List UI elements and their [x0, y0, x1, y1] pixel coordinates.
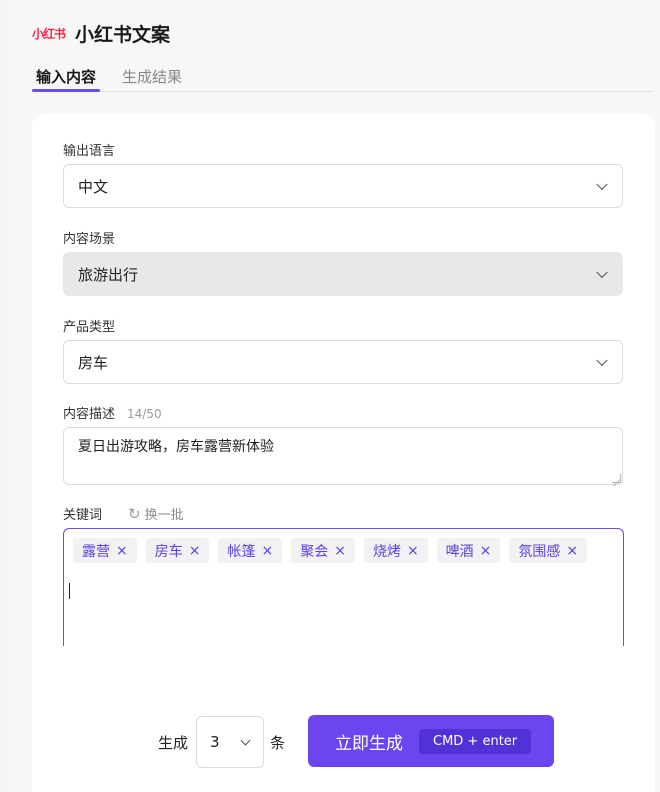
tag-label: 房车 [154, 543, 183, 560]
tag-label: 帐篷 [227, 543, 256, 560]
scene-label: 内容场景 [63, 232, 116, 247]
scene-value: 旅游出行 [78, 265, 139, 284]
generate-prefix-label: 生成 [158, 734, 189, 752]
keywords-header: 关键词 ↻ 换一批 [63, 504, 184, 524]
close-icon[interactable]: × [334, 543, 346, 559]
keyword-tags: 露营 × 房车 × 帐篷 × 聚会 × 烧烤 × 啤酒 × 氛围感 × [73, 538, 614, 563]
count-value: 3 [210, 733, 220, 751]
xiaohongshu-logo: 小红书 [32, 26, 66, 41]
description-label: 内容描述 [63, 407, 116, 422]
tag-label: 露营 [82, 543, 110, 560]
close-icon[interactable]: × [116, 543, 128, 559]
chevron-down-icon [240, 735, 251, 746]
chevron-down-icon [596, 266, 608, 279]
close-icon[interactable]: × [261, 543, 273, 559]
app-title: 小红书文案 [75, 23, 171, 46]
refresh-icon: ↻ [128, 504, 141, 523]
generate-button[interactable]: 立即生成 CMD + enter [308, 715, 554, 767]
generate-controls: 生成 3 条 立即生成 CMD + enter [32, 714, 655, 768]
keyword-tag: 聚会 × [291, 538, 355, 563]
scene-select[interactable]: 旅游出行 [63, 252, 623, 296]
chevron-down-icon [596, 354, 608, 367]
refresh-label: 换一批 [144, 508, 184, 523]
language-value: 中文 [78, 177, 109, 196]
tab-results[interactable]: 生成结果 [118, 62, 186, 91]
tag-label: 聚会 [300, 543, 329, 560]
keyword-tag: 露营 × [73, 538, 137, 563]
resize-handle-icon[interactable] [612, 474, 621, 483]
generate-button-label: 立即生成 [335, 733, 403, 754]
tag-label: 啤酒 [445, 543, 474, 560]
chevron-down-icon [596, 178, 608, 191]
keywords-label: 关键词 [63, 508, 103, 523]
page: 小红书 小红书文案 输入内容 生成结果 输出语言 中文 内容场景 旅游出行 产品… [10, 0, 660, 792]
keyword-tag: 氛围感 × [509, 538, 588, 563]
unit-label: 条 [270, 734, 286, 752]
product-label: 产品类型 [63, 320, 116, 335]
app-header: 小红书 小红书文案 [32, 18, 170, 48]
tab-input[interactable]: 输入内容 [32, 62, 101, 92]
count-select[interactable]: 3 [196, 716, 264, 768]
description-textarea[interactable] [63, 427, 623, 485]
keywords-input[interactable]: 露营 × 房车 × 帐篷 × 聚会 × 烧烤 × 啤酒 × 氛围感 × [63, 528, 624, 646]
text-caret [69, 583, 70, 599]
tag-label: 氛围感 [518, 543, 561, 560]
close-icon[interactable]: × [566, 543, 578, 559]
close-icon[interactable]: × [407, 543, 419, 559]
tab-bar: 输入内容 生成结果 [32, 62, 654, 92]
shortcut-hint: CMD + enter [419, 728, 532, 754]
close-icon[interactable]: × [480, 543, 492, 559]
description-label-row: 内容描述 14/50 [63, 403, 162, 422]
refresh-keywords-button[interactable]: ↻ 换一批 [128, 504, 184, 524]
keyword-tag: 烧烤 × [363, 538, 428, 563]
form-card: 输出语言 中文 内容场景 旅游出行 产品类型 房车 内容描述 14/50 关键词 … [32, 114, 655, 792]
language-select[interactable]: 中文 [63, 164, 623, 208]
close-icon[interactable]: × [189, 543, 201, 559]
product-value: 房车 [78, 353, 109, 372]
keyword-tag: 房车 × [145, 538, 210, 563]
tag-label: 烧烤 [372, 543, 401, 560]
language-label: 输出语言 [63, 144, 116, 159]
keyword-tag: 帐篷 × [218, 538, 283, 563]
product-select[interactable]: 房车 [63, 340, 623, 384]
description-char-count: 14/50 [127, 407, 162, 421]
keyword-tag: 啤酒 × [436, 538, 501, 563]
